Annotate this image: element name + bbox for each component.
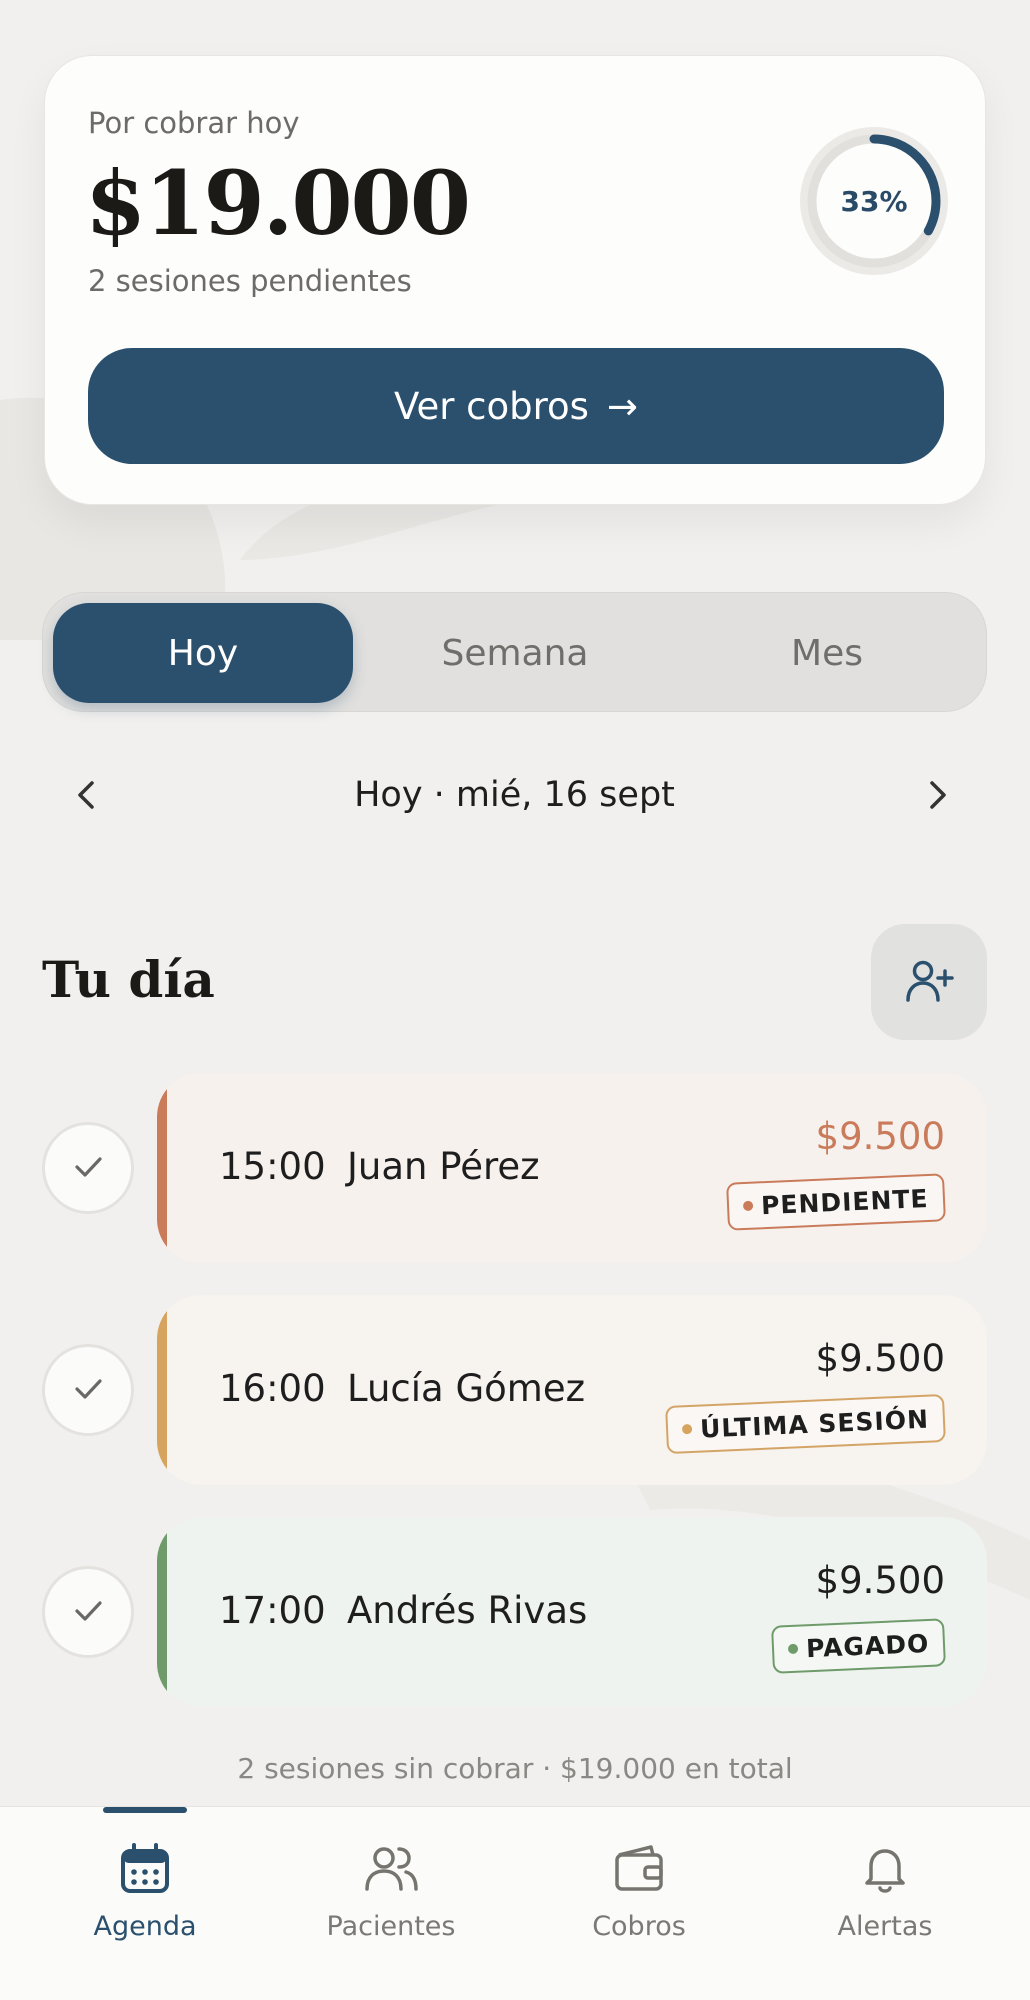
tab-month[interactable]: Mes: [677, 603, 977, 703]
status-badge: ÚLTIMA SESIÓN: [665, 1393, 946, 1455]
bell-icon: [853, 1837, 917, 1901]
session-card[interactable]: 16:00 Lucía Gómez $9.500 ÚLTIMA SESIÓN: [157, 1295, 987, 1485]
session-time: 15:00: [219, 1145, 326, 1188]
check-icon: [70, 1149, 106, 1188]
session-row: 17:00 Andrés Rivas $9.500 PAGADO: [42, 1517, 987, 1707]
tab-today[interactable]: Hoy: [53, 603, 353, 703]
session-card[interactable]: 17:00 Andrés Rivas $9.500 PAGADO: [157, 1517, 987, 1707]
session-row: 15:00 Juan Pérez $9.500 PENDIENTE: [42, 1073, 987, 1263]
chevron-left-icon[interactable]: [42, 750, 132, 840]
status-dot: [743, 1200, 754, 1212]
bottom-navigation: Agenda Pacientes Cobros Alertas: [0, 1806, 1030, 2000]
session-row: 16:00 Lucía Gómez $9.500 ÚLTIMA SESIÓN: [42, 1295, 987, 1485]
current-date-label: Hoy · mié, 16 sept: [354, 775, 675, 815]
session-amount: $9.500: [815, 1559, 945, 1602]
view-payments-button[interactable]: Ver cobros →: [88, 348, 944, 464]
session-card[interactable]: 15:00 Juan Pérez $9.500 PENDIENTE: [157, 1073, 987, 1263]
nav-label: Agenda: [93, 1911, 197, 1942]
summary-card: Por cobrar hoy $19.000 2 sesiones pendie…: [44, 55, 986, 505]
nav-item-agenda[interactable]: Agenda: [20, 1807, 270, 2000]
status-accent-bar: [157, 1295, 167, 1485]
session-amount: $9.500: [815, 1337, 945, 1380]
status-badge: PENDIENTE: [726, 1173, 946, 1231]
progress-percent: 33%: [840, 184, 908, 218]
period-segmented-control: Hoy Semana Mes: [42, 592, 987, 712]
mark-done-button[interactable]: [42, 1122, 134, 1214]
mark-done-button[interactable]: [42, 1566, 134, 1658]
session-amount: $9.500: [815, 1115, 945, 1158]
status-label: ÚLTIMA SESIÓN: [699, 1404, 930, 1444]
chevron-right-icon[interactable]: [892, 750, 982, 840]
summary-label: Por cobrar hoy: [88, 106, 300, 140]
wallet-icon: [607, 1837, 671, 1901]
patient-name: Juan Pérez: [347, 1145, 540, 1188]
nav-item-cobros[interactable]: Cobros: [514, 1807, 764, 2000]
patient-name: Lucía Gómez: [347, 1367, 586, 1410]
check-icon: [70, 1593, 106, 1632]
summary-amount: $19.000: [85, 151, 471, 255]
pending-sessions-text: 2 sesiones pendientes: [88, 264, 412, 298]
add-user-icon: [901, 953, 957, 1012]
nav-item-pacientes[interactable]: Pacientes: [266, 1807, 516, 2000]
nav-label: Alertas: [837, 1911, 933, 1942]
users-icon: [359, 1837, 423, 1901]
active-tab-indicator: [103, 1807, 187, 1813]
arrow-right-icon: →: [606, 384, 638, 428]
nav-label: Cobros: [592, 1911, 686, 1942]
session-time: 16:00: [219, 1367, 326, 1410]
calendar-icon: [113, 1837, 177, 1901]
mark-done-button[interactable]: [42, 1344, 134, 1436]
status-dot: [787, 1643, 799, 1655]
status-badge: PAGADO: [770, 1618, 946, 1674]
view-payments-label: Ver cobros: [394, 384, 589, 428]
status-dot: [681, 1423, 693, 1435]
section-title: Tu día: [42, 950, 215, 1009]
check-icon: [70, 1371, 106, 1410]
status-label: PENDIENTE: [760, 1183, 930, 1220]
status-accent-bar: [157, 1073, 167, 1263]
totals-summary: 2 sesiones sin cobrar · $19.000 en total: [237, 1752, 793, 1785]
nav-item-alertas[interactable]: Alertas: [760, 1807, 1010, 2000]
tab-week[interactable]: Semana: [365, 603, 665, 703]
nav-label: Pacientes: [326, 1911, 456, 1942]
progress-ring: 33%: [789, 116, 959, 286]
add-patient-button[interactable]: [871, 924, 987, 1040]
status-label: PAGADO: [805, 1628, 930, 1663]
patient-name: Andrés Rivas: [347, 1589, 588, 1632]
status-accent-bar: [157, 1517, 167, 1707]
session-time: 17:00: [219, 1589, 326, 1632]
